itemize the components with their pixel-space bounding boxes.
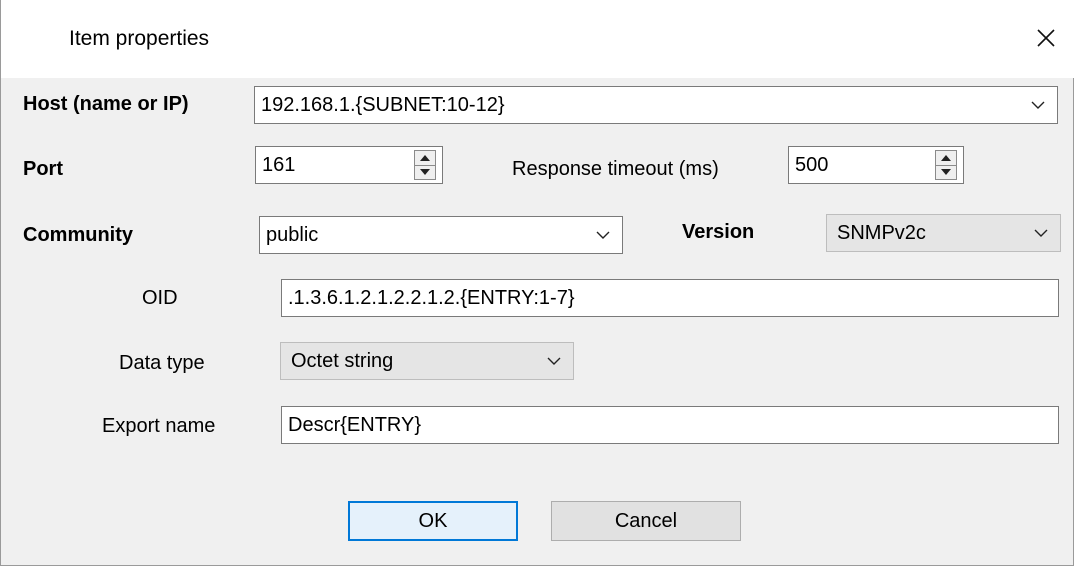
data-type-dropdown-button[interactable] bbox=[539, 343, 569, 379]
port-increment-button[interactable] bbox=[415, 151, 435, 166]
timeout-stepper[interactable]: 500 bbox=[788, 146, 964, 184]
export-name-value: Descr{ENTRY} bbox=[288, 414, 422, 436]
timeout-label: Response timeout (ms) bbox=[512, 158, 719, 180]
triangle-up-icon bbox=[941, 155, 951, 161]
version-select[interactable]: SNMPv2c bbox=[826, 214, 1061, 252]
port-value: 161 bbox=[262, 154, 296, 176]
timeout-increment-button[interactable] bbox=[936, 151, 956, 166]
community-label: Community bbox=[23, 224, 133, 246]
data-type-value: Octet string bbox=[291, 350, 394, 372]
oid-value: .1.3.6.1.2.1.2.2.1.2.{ENTRY:1-7} bbox=[288, 287, 575, 309]
close-button[interactable] bbox=[1023, 18, 1069, 58]
host-combobox[interactable]: 192.168.1.{SUBNET:10-12} bbox=[254, 86, 1058, 124]
community-dropdown-button[interactable] bbox=[588, 217, 618, 253]
chevron-down-icon bbox=[596, 231, 610, 239]
version-label: Version bbox=[682, 221, 755, 243]
data-type-label: Data type bbox=[119, 352, 205, 374]
timeout-value: 500 bbox=[795, 154, 829, 176]
triangle-down-icon bbox=[420, 169, 430, 175]
item-properties-dialog: Item properties Host (name or IP) 192.16… bbox=[0, 0, 1074, 566]
export-name-label: Export name bbox=[102, 415, 216, 437]
oid-input[interactable]: .1.3.6.1.2.1.2.2.1.2.{ENTRY:1-7} bbox=[281, 279, 1059, 317]
cancel-button[interactable]: Cancel bbox=[551, 501, 741, 541]
export-name-input[interactable]: Descr{ENTRY} bbox=[281, 406, 1059, 444]
title-bar: Item properties bbox=[1, 0, 1074, 78]
data-type-select[interactable]: Octet string bbox=[280, 342, 574, 380]
chevron-down-icon bbox=[547, 357, 561, 365]
host-dropdown-button[interactable] bbox=[1023, 87, 1053, 123]
ok-button[interactable]: OK bbox=[348, 501, 518, 541]
timeout-decrement-button[interactable] bbox=[936, 165, 956, 179]
chevron-down-icon bbox=[1034, 229, 1048, 237]
community-combobox[interactable]: public bbox=[259, 216, 623, 254]
host-value: 192.168.1.{SUBNET:10-12} bbox=[261, 94, 505, 116]
close-icon bbox=[1037, 29, 1055, 47]
triangle-down-icon bbox=[941, 169, 951, 175]
port-stepper[interactable]: 161 bbox=[255, 146, 443, 184]
triangle-up-icon bbox=[420, 155, 430, 161]
version-dropdown-button[interactable] bbox=[1026, 215, 1056, 251]
port-spinner bbox=[414, 150, 436, 180]
timeout-spinner bbox=[935, 150, 957, 180]
host-label: Host (name or IP) bbox=[23, 93, 189, 115]
version-value: SNMPv2c bbox=[837, 222, 926, 244]
port-label: Port bbox=[23, 158, 63, 180]
port-decrement-button[interactable] bbox=[415, 165, 435, 179]
chevron-down-icon bbox=[1031, 101, 1045, 109]
oid-label: OID bbox=[142, 287, 178, 309]
community-value: public bbox=[266, 224, 319, 246]
window-title: Item properties bbox=[69, 27, 210, 50]
